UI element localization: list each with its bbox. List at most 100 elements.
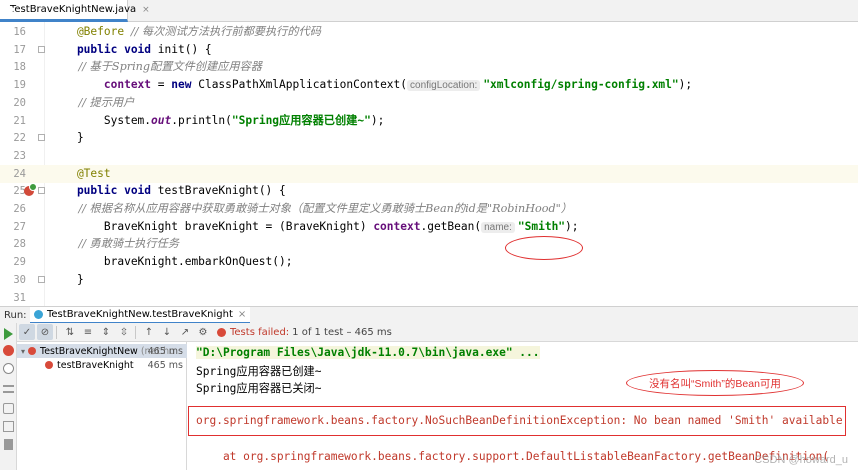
code-token: testBraveKnight() { — [157, 184, 286, 198]
code-text: // 勇敢骑士执行任务 — [50, 235, 179, 253]
line-number: 24 — [13, 167, 26, 180]
run-label: Run: — [4, 309, 27, 321]
print-icon[interactable] — [3, 421, 14, 432]
next-failed-icon[interactable]: ↓ — [159, 324, 175, 340]
close-run-tab-icon[interactable]: × — [238, 309, 246, 320]
code-line[interactable]: 19 context = new ClassPathXmlApplication… — [0, 76, 858, 94]
line-number: 28 — [13, 238, 26, 251]
tree-item-class[interactable]: ▾ TestBraveKnightNew (net.hu 465 ms — [17, 344, 187, 358]
code-text: braveKnight.embarkOnQuest(); — [50, 253, 293, 271]
rerun-icon[interactable] — [4, 328, 13, 340]
screenshot-icon[interactable] — [3, 403, 14, 414]
code-token: out — [151, 113, 172, 127]
fold-marker-icon[interactable] — [38, 45, 45, 53]
line-number: 25 — [13, 185, 26, 198]
line-number: 21 — [13, 114, 26, 127]
code-line[interactable]: 29 braveKnight.embarkOnQuest(); — [0, 253, 858, 271]
code-token: init() { — [157, 42, 212, 56]
code-line[interactable]: 31 — [0, 289, 858, 307]
code-line[interactable]: 21 System.out.println("Spring应用容器已创建~"); — [0, 112, 858, 130]
code-token: System. — [50, 113, 152, 127]
code-line[interactable]: 25 public void testBraveKnight() { — [0, 182, 858, 200]
collapse-all-icon[interactable]: ⇳ — [116, 324, 132, 340]
failed-icon — [28, 347, 37, 355]
editor-tab[interactable]: TestBraveKnightNew.java × — [0, 0, 150, 22]
status-failed: Tests failed: — [230, 326, 290, 338]
code-line[interactable]: 17 public void init() { — [0, 41, 858, 59]
code-token: braveKnight.embarkOnQuest(); — [50, 255, 293, 269]
code-text: // 提示用户 — [50, 94, 134, 112]
code-token: // 基于Spring配置文件创建应用容器 — [50, 60, 262, 74]
editor-tab-bar: TestBraveKnightNew.java × — [0, 0, 858, 22]
expand-all-icon[interactable]: ⇕ — [98, 324, 114, 340]
line-number: 30 — [13, 273, 26, 286]
watermark: CSDN @howard_u — [754, 454, 848, 466]
trash-icon[interactable] — [4, 439, 13, 450]
code-text: BraveKnight braveKnight = (BraveKnight) … — [50, 218, 579, 237]
code-line[interactable]: 23 — [0, 147, 858, 165]
code-line[interactable]: 20 // 提示用户 — [0, 94, 858, 112]
layout-icon[interactable] — [3, 385, 14, 393]
test-tree[interactable]: ▾ TestBraveKnightNew (net.hu 465 ms test… — [17, 342, 187, 470]
parameter-hint: configLocation: — [407, 80, 481, 92]
code-token: BraveKnight braveKnight = (BraveKnight) — [50, 219, 374, 233]
stop-icon[interactable] — [3, 363, 14, 374]
fold-marker-icon[interactable] — [38, 275, 45, 283]
sort-alpha-icon[interactable]: ⇅ — [62, 324, 78, 340]
code-line[interactable]: 30 } — [0, 271, 858, 289]
code-line[interactable]: 18 // 基于Spring配置文件创建应用容器 — [0, 58, 858, 76]
tree-item-time: 465 ms — [147, 359, 183, 371]
show-passed-icon[interactable]: ✓ — [19, 324, 35, 340]
console-output[interactable]: "D:\Program Files\Java\jdk-11.0.7\bin\ja… — [188, 342, 858, 470]
code-token: // 根据名称从应用容器中获取勇敢骑士对象（配置文件里定义勇敢骑士Bean的id… — [50, 202, 572, 215]
code-token: } — [50, 272, 84, 286]
rerun-failed-icon[interactable] — [3, 345, 14, 356]
code-token: .getBean( — [420, 219, 482, 233]
code-token: ); — [370, 113, 385, 127]
close-tab-icon[interactable]: × — [142, 5, 150, 15]
test-status: Tests failed: 1 of 1 test – 465 ms — [217, 327, 392, 338]
code-line[interactable]: 16 @Before // 每次测试方法执行前都要执行的代码 — [0, 23, 858, 41]
settings-icon[interactable]: ⚙ — [195, 324, 211, 340]
fold-marker-icon[interactable] — [38, 187, 45, 195]
toolbar-separator — [56, 325, 57, 339]
line-number: 31 — [13, 291, 26, 304]
line-number: 27 — [13, 220, 26, 233]
code-text: // 根据名称从应用容器中获取勇敢骑士对象（配置文件里定义勇敢骑士Bean的id… — [50, 200, 572, 218]
status-detail: 1 of 1 test – 465 ms — [292, 326, 392, 338]
show-ignored-icon[interactable]: ⊘ — [37, 324, 53, 340]
line-number: 26 — [13, 203, 26, 215]
code-token: public void — [50, 184, 158, 198]
failed-icon — [45, 361, 53, 369]
sort-duration-icon[interactable]: ≡ — [80, 324, 96, 340]
code-token: // 提示用户 — [50, 95, 135, 109]
code-line[interactable]: 27 BraveKnight braveKnight = (BraveKnigh… — [0, 218, 858, 236]
code-token: .println( — [171, 113, 232, 127]
line-number: 18 — [13, 61, 26, 74]
run-test-gutter-icon[interactable] — [24, 183, 37, 197]
tree-item-method[interactable]: testBraveKnight 465 ms — [17, 358, 187, 372]
code-text: public void testBraveKnight() { — [50, 182, 286, 200]
line-number: 16 — [13, 26, 26, 38]
code-line[interactable]: 26 // 根据名称从应用容器中获取勇敢骑士对象（配置文件里定义勇敢骑士Bean… — [0, 200, 858, 218]
code-line[interactable]: 28 // 勇敢骑士执行任务 — [0, 235, 858, 253]
code-line[interactable]: 22 } — [0, 129, 858, 147]
code-token: = — [151, 78, 172, 92]
prev-failed-icon[interactable]: ↑ — [141, 324, 157, 340]
code-token: context — [50, 78, 152, 92]
export-icon[interactable]: ↗ — [177, 324, 193, 340]
code-text: context = new ClassPathXmlApplicationCon… — [50, 76, 692, 95]
code-editor[interactable]: 16 @Before // 每次测试方法执行前都要执行的代码 17 public … — [0, 22, 858, 306]
code-token: "Smith" — [517, 219, 566, 233]
code-text: } — [50, 129, 84, 147]
code-line[interactable]: 24 @Test — [0, 164, 858, 183]
code-token: // 勇敢骑士执行任务 — [50, 237, 180, 251]
parameter-hint: name: — [481, 221, 515, 233]
fold-marker-icon[interactable] — [38, 134, 45, 142]
code-text: public void init() { — [50, 41, 212, 59]
tree-item-label: TestBraveKnightNew — [40, 345, 138, 357]
run-config-tab[interactable]: TestBraveKnightNew.testBraveKnight × — [30, 306, 251, 324]
code-token: new — [171, 78, 199, 92]
code-token: @Test — [50, 166, 111, 180]
expand-arrow-icon[interactable]: ▾ — [21, 347, 25, 356]
